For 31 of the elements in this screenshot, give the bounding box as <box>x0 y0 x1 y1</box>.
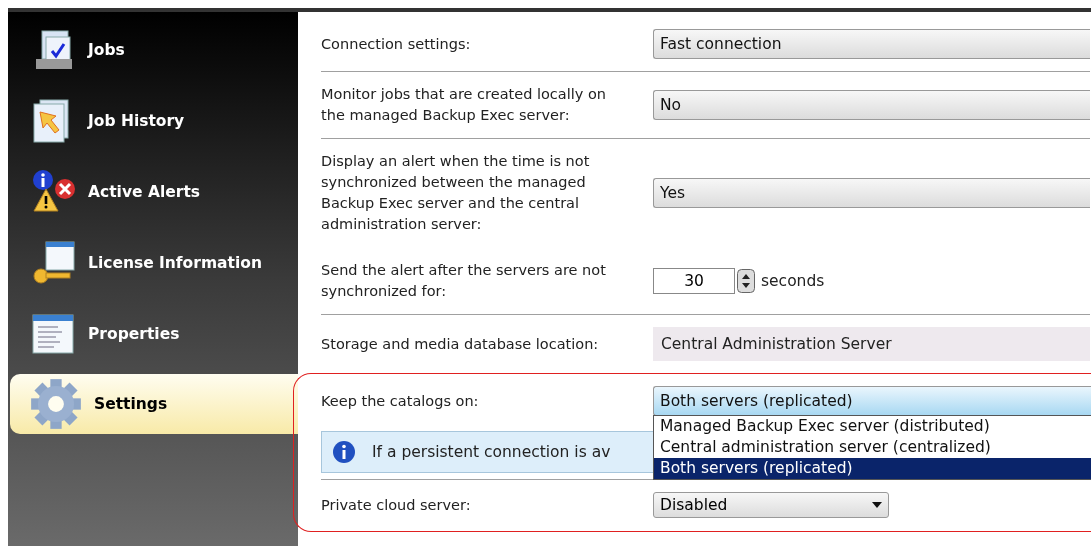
dropdown-option[interactable]: Central administration server (centralized) <box>654 437 1091 458</box>
number-field[interactable]: 30 <box>653 268 735 294</box>
setting-label: Connection settings: <box>321 34 472 54</box>
setting-label: Monitor jobs that are created locally on the managed Backup Exec server: <box>321 85 607 125</box>
dropdown-field[interactable]: No <box>653 90 1090 120</box>
dropdown-option[interactable]: Managed Backup Exec server (distributed) <box>654 416 1091 437</box>
readonly-field: Central Administration Server <box>653 327 1090 361</box>
dropdown-field[interactable]: Yes <box>653 178 1090 208</box>
gear-icon <box>30 378 82 430</box>
setting-label: Keep the catalogs on: <box>321 391 480 411</box>
setting-label: Send the alert after the servers are not synchronized for: <box>321 261 607 301</box>
sidebar-item[interactable]: Settings <box>10 374 298 434</box>
key-window-icon <box>30 239 76 286</box>
dropdown-field[interactable]: Fast connection <box>653 29 1090 59</box>
setting-label: Storage and media database location: <box>321 334 600 354</box>
dropdown-field[interactable]: Both servers (replicated) <box>653 386 1091 416</box>
unit-label: seconds <box>761 272 825 290</box>
sidebar-item[interactable]: Active Alerts <box>10 156 298 227</box>
setting-label: Private cloud server: <box>321 495 472 515</box>
sidebar-item[interactable]: Job History <box>10 85 298 156</box>
sidebar-item[interactable]: License Information <box>10 227 298 298</box>
alert-signs-icon <box>30 168 76 215</box>
caret-icon <box>872 502 882 508</box>
info-icon <box>332 440 356 464</box>
sidebar-item[interactable]: Properties <box>10 298 298 369</box>
dropdown-field[interactable]: Disabled <box>653 492 889 518</box>
sidebar-item[interactable]: Jobs <box>10 14 298 85</box>
info-text: If a persistent connection is av <box>372 443 611 461</box>
dropdown-option[interactable]: Both servers (replicated) <box>654 458 1091 479</box>
setting-label: Display an alert when the time is not synchronized between the managed Backup Exec server and the central administration server: <box>321 152 591 234</box>
spinner-arrows-icon[interactable] <box>737 269 755 293</box>
